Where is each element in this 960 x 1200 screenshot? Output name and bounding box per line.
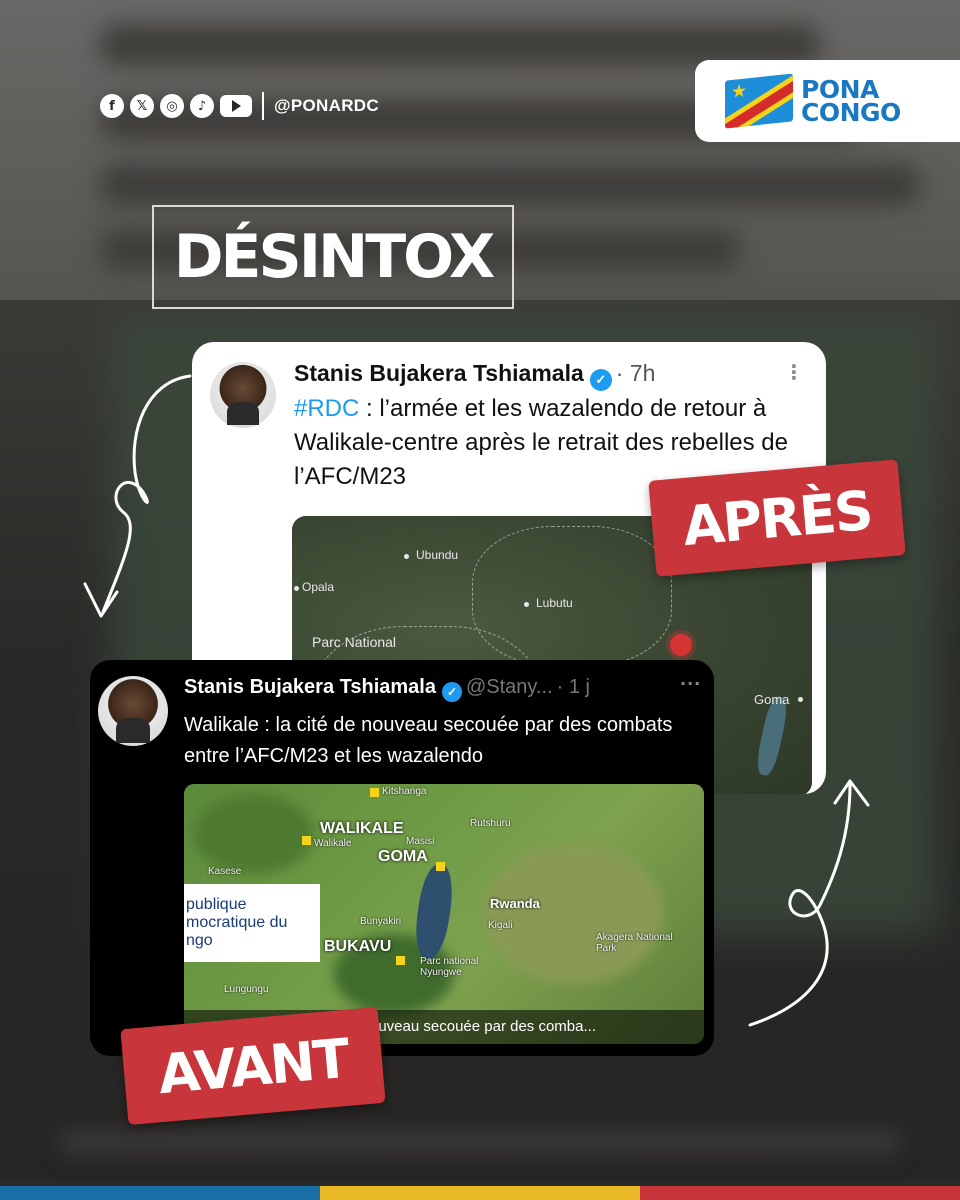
verified-badge-icon: ✓ [589, 369, 612, 391]
tweet-author[interactable]: Stanis Bujakera Tshiamala ✓ @Stany... · 1 j [184, 676, 590, 702]
map-label-masisi: Masisi [406, 836, 435, 847]
map-label-rutshuru: Rutshuru [470, 818, 511, 829]
map-label-opala: Opala [302, 580, 335, 594]
author-name: Stanis Bujakera Tshiamala [184, 676, 436, 698]
instagram-icon[interactable]: ◎ [160, 94, 184, 118]
tweet-before-card[interactable]: Stanis Bujakera Tshiamala ✓ @Stany... · 1 j… [90, 660, 714, 1056]
map-label-ubundu: Ubundu [416, 548, 459, 562]
tweet-time: · 7h [615, 360, 656, 386]
curly-arrow-left [83, 374, 192, 618]
rdc-line-1: publique [186, 896, 247, 913]
location-pin-icon [670, 634, 692, 656]
more-options-icon[interactable]: ··· [680, 674, 701, 693]
map-label-lungungu: Lungungu [224, 984, 269, 995]
map-label-kitshanga: Kitshanga [382, 786, 427, 797]
author-name: Stanis Bujakera Tshiamala [294, 360, 584, 386]
lake-kivu [411, 862, 457, 961]
facebook-icon[interactable]: f [100, 94, 124, 118]
tweet-author[interactable]: Stanis Bujakera Tshiamala ✓ · 7h [294, 360, 655, 391]
social-handle[interactable]: @PONARDC [274, 96, 379, 116]
map-label-goma: Goma [754, 692, 790, 707]
map-label-nyungwe: Parc national Nyungwe [420, 956, 479, 978]
map-label-walikale-small: Walikale [314, 838, 352, 849]
tweet-time: · 1 j [556, 676, 590, 698]
map-label-akagera: Akagera National Park [596, 932, 673, 954]
social-bar: f 𝕏 ◎ ♪ @PONARDC [100, 92, 379, 120]
youtube-icon[interactable] [220, 95, 252, 117]
curly-arrow-right [748, 779, 870, 1027]
avatar[interactable] [98, 676, 168, 746]
verified-badge-icon: ✓ [441, 682, 462, 702]
tweet-map-image[interactable]: Kitshanga Rutshuru Masisi WALIKALE Walik… [184, 784, 704, 1044]
tiktok-icon[interactable]: ♪ [190, 94, 214, 118]
headline-box: DÉSINTOX [152, 205, 514, 309]
map-label-bunyakiri: Bunyakiri [360, 916, 402, 927]
headline: DÉSINTOX [173, 222, 496, 292]
drc-flag-icon: ★ [725, 73, 793, 129]
more-options-icon[interactable]: ⋮ [784, 360, 804, 384]
x-icon[interactable]: 𝕏 [130, 94, 154, 118]
rdc-label-box: publique mocratique du ngo [184, 884, 320, 962]
rdc-line-2: mocratique du [186, 914, 288, 931]
map-label-parc: Parc National [312, 634, 397, 650]
map-place-goma: GOMA [378, 848, 428, 865]
hashtag-link[interactable]: #RDC [294, 395, 359, 422]
map-label-kasese: Kasese [208, 866, 242, 877]
map-place-walikale: WALIKALE [320, 820, 404, 837]
tweet-text: Walikale : la cité de nouveau secouée pa… [184, 714, 673, 767]
map-place-rwanda: Rwanda [490, 896, 540, 911]
logo-line-2: CONGO [801, 98, 901, 127]
map-label-kigali: Kigali [488, 920, 513, 931]
bottom-color-stripe [0, 1186, 960, 1200]
avatar[interactable] [210, 362, 276, 428]
map-label-lubutu: Lubutu [536, 596, 573, 610]
map-place-bukavu: BUKAVU [324, 938, 392, 955]
rdc-line-3: ngo [186, 932, 213, 949]
divider [262, 92, 264, 120]
author-handle: @Stany... [465, 676, 553, 698]
pona-congo-logo: ★ PONA CONGO [695, 60, 960, 142]
